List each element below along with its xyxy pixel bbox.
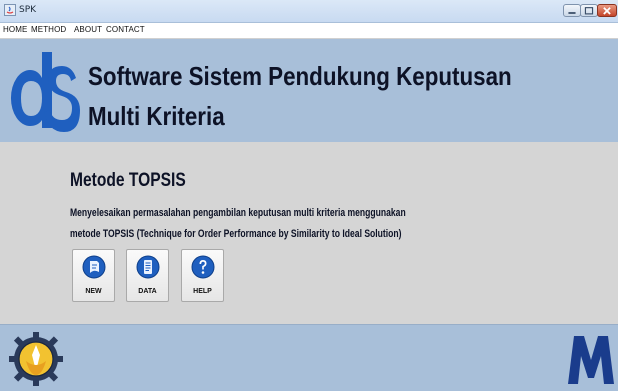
- help-button[interactable]: HELP: [181, 249, 224, 302]
- data-sheet-icon: [136, 255, 160, 279]
- new-button[interactable]: NEW: [72, 249, 115, 302]
- data-button[interactable]: DATA: [126, 249, 169, 302]
- app-title: Software Sistem Pendukung Keputusan Mult…: [88, 56, 512, 136]
- method-description-line-2: metode TOPSIS (Technique for Order Perfo…: [70, 228, 402, 240]
- close-icon: [603, 7, 611, 15]
- app-title-line-2: Multi Kriteria: [88, 101, 225, 131]
- help-question-icon: [191, 255, 215, 279]
- minimize-button[interactable]: [563, 4, 581, 17]
- menu-contact[interactable]: CONTACT: [106, 25, 145, 34]
- menu-about[interactable]: ABOUT: [74, 25, 102, 34]
- data-button-label: DATA: [138, 288, 157, 295]
- menu-bar: HOME METHOD ABOUT CONTACT: [0, 23, 618, 39]
- maximize-button[interactable]: [580, 4, 598, 17]
- java-app-icon: [4, 4, 16, 16]
- menu-method[interactable]: METHOD: [31, 25, 66, 34]
- window-title: SPK: [19, 5, 37, 15]
- app-title-line-1: Software Sistem Pendukung Keputusan: [88, 61, 512, 91]
- m-brand-logo: [568, 336, 614, 384]
- ds-logo: [10, 52, 80, 132]
- maximize-icon: [584, 7, 594, 15]
- close-button[interactable]: [597, 4, 617, 17]
- window-title-bar[interactable]: SPK: [0, 0, 618, 23]
- new-document-icon: [82, 255, 106, 279]
- method-heading: Metode TOPSIS: [70, 170, 186, 191]
- menu-home[interactable]: HOME: [3, 25, 27, 34]
- method-description-line-1: Menyelesaikan permasalahan pengambilan k…: [70, 207, 406, 219]
- minimize-icon: [568, 12, 576, 14]
- university-emblem: [9, 332, 63, 386]
- new-button-label: NEW: [85, 288, 102, 295]
- help-button-label: HELP: [193, 288, 212, 295]
- footer-banner: [0, 324, 618, 391]
